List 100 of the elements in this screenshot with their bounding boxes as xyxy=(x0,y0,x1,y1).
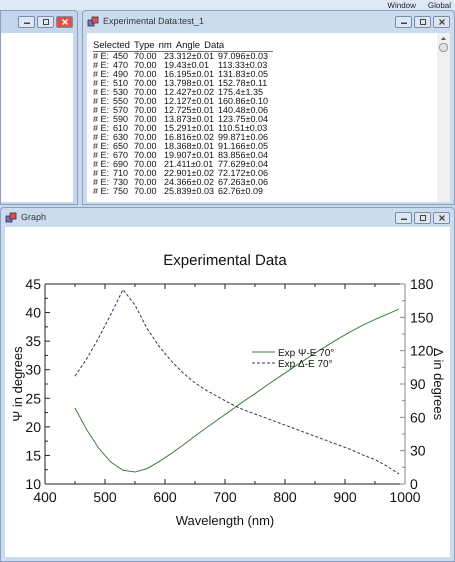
y-tick-label: 10 xyxy=(25,476,41,492)
table-cell-text: 113.33±0.03 xyxy=(218,61,268,70)
table-cell-text: # E: xyxy=(93,178,110,187)
table-cell-text: 70.00 xyxy=(134,97,158,106)
column-header[interactable]: Data xyxy=(204,40,224,51)
table-cell-text: 77.629±0.04 xyxy=(218,160,269,169)
scroll-up-icon[interactable] xyxy=(440,36,447,41)
y2-tick-label: 60 xyxy=(410,409,426,426)
table-cell-text: 12.427±0.02 xyxy=(164,88,215,97)
table-cell-text: # E: xyxy=(93,79,110,88)
table-cell-text: # E: xyxy=(93,97,110,106)
table-cell-text: # E: xyxy=(93,142,110,151)
table-cell-text: 610 xyxy=(113,124,130,133)
table-cell-text: # E: xyxy=(93,106,110,115)
table-cell-text: 750 xyxy=(113,187,130,196)
x-axis-label: Wavelength (nm) xyxy=(176,513,274,528)
table-cell-text: 70.00 xyxy=(134,142,158,151)
table-cell-text: 67.263±0.06 xyxy=(218,178,269,187)
table-cell-text: 570 xyxy=(113,106,130,115)
window-title: Graph xyxy=(21,210,48,224)
table-cell-text: 131.83±0.05 xyxy=(218,70,269,79)
table-cell-text: # E: xyxy=(93,151,110,160)
maximize-icon xyxy=(418,214,426,220)
close-icon xyxy=(438,214,446,220)
table-cell-text: 19.907±0.01 xyxy=(164,151,215,160)
table-cell-text: 160.86±0.10 xyxy=(218,97,269,106)
y-tick-label: 20 xyxy=(25,418,41,435)
maximize-button[interactable] xyxy=(37,16,54,28)
close-button[interactable] xyxy=(56,16,73,28)
maximize-icon xyxy=(42,19,50,25)
table-cell-text: 470 xyxy=(113,61,130,70)
table-cell-text: 18.368±0.01 xyxy=(164,142,215,151)
table-cell-text: 175.4±1.35 xyxy=(218,88,264,97)
table-cell-text: 16.816±0.02 xyxy=(164,133,215,142)
maximize-button[interactable] xyxy=(414,212,431,224)
table-cell-text: # E: xyxy=(93,187,110,196)
close-button[interactable] xyxy=(433,212,450,224)
table-cell-text: 13.873±0.01 xyxy=(164,115,215,124)
minimize-button[interactable] xyxy=(395,212,412,224)
table-cell-text: # E: xyxy=(93,169,110,178)
x-tick-label: 400 xyxy=(33,489,57,505)
y2-tick-label: 30 xyxy=(410,442,426,459)
y-axis-label: Ψ in degrees xyxy=(10,346,25,422)
y2-tick-label: 150 xyxy=(410,309,434,326)
menu-item[interactable]: Window xyxy=(387,0,416,10)
table-cell-text: 83.856±0.04 xyxy=(218,151,269,160)
x-tick-label: 900 xyxy=(333,489,357,505)
close-button[interactable] xyxy=(433,16,450,28)
maximize-icon xyxy=(418,19,426,25)
table-cell-text: 70.00 xyxy=(134,151,158,160)
y2-tick-label: 90 xyxy=(410,376,426,392)
minimize-button[interactable] xyxy=(18,16,35,28)
maximize-button[interactable] xyxy=(414,16,431,28)
table-cell-text: # E: xyxy=(93,61,110,70)
table-cell-text: 22.901±0.02 xyxy=(164,169,215,178)
column-header[interactable]: Angle xyxy=(176,40,200,51)
table-cell-text: 70.00 xyxy=(134,70,158,79)
table-cell-text: 152.78±0.11 xyxy=(218,79,268,88)
table-cell-text: 70.00 xyxy=(134,115,158,124)
table-cell-text: 123.75±0.04 xyxy=(218,115,269,124)
y-tick-label: 35 xyxy=(25,333,41,350)
table-cell-text: 70.00 xyxy=(134,187,158,196)
legend-label: Exp Δ-E 70° xyxy=(278,359,333,370)
table-cell-text: 12.127±0.01 xyxy=(164,97,215,106)
table-cell-text: 70.00 xyxy=(134,169,158,178)
table-cell-text: 24.366±0.02 xyxy=(164,178,215,187)
menu-item[interactable]: Global xyxy=(428,0,451,10)
scrollbar[interactable] xyxy=(437,33,450,202)
table-cell-text: 70.00 xyxy=(134,61,158,70)
window-icon xyxy=(87,16,99,28)
table-cell-text: # E: xyxy=(93,133,110,142)
column-header[interactable]: nm xyxy=(158,40,172,51)
column-header[interactable]: Selected xyxy=(93,40,130,51)
close-icon xyxy=(60,19,68,25)
table-cell-text: 72.172±0.06 xyxy=(218,169,269,178)
table-cell-text: # E: xyxy=(93,115,110,124)
table-cell-text: # E: xyxy=(93,70,110,79)
column-header[interactable]: Type xyxy=(134,40,155,51)
scroll-thumb[interactable] xyxy=(439,43,448,52)
table-cell-text: 670 xyxy=(113,151,130,160)
table-cell-text: 70.00 xyxy=(134,124,158,133)
table-cell-text: 530 xyxy=(113,88,130,97)
table-cell-text: 15.291±0.01 xyxy=(164,124,215,133)
table-cell-text: 16.195±0.01 xyxy=(164,70,215,79)
table-cell-text: # E: xyxy=(93,160,110,169)
table-cell-text: 97.096±0.03 xyxy=(218,52,269,61)
table-cell-text: 650 xyxy=(113,142,130,151)
table-cell-text: # E: xyxy=(93,52,110,61)
x-tick-label: 700 xyxy=(213,489,237,505)
table-cell-text: 710 xyxy=(113,169,130,178)
minimize-button[interactable] xyxy=(395,16,412,28)
window-title: Experimental Data:test_1 xyxy=(103,15,206,28)
legend-label: Exp Ψ-E 70° xyxy=(278,348,334,359)
table-cell-text: 70.00 xyxy=(134,88,158,97)
table-cell-text: 450 xyxy=(113,52,130,61)
chart-title: Experimental Data xyxy=(163,252,287,269)
table-cell-text: # E: xyxy=(93,124,110,133)
y-tick-label: 30 xyxy=(25,362,41,378)
table-cell-text: 99.871±0.06 xyxy=(218,133,269,142)
y-tick-label: 15 xyxy=(25,447,41,464)
